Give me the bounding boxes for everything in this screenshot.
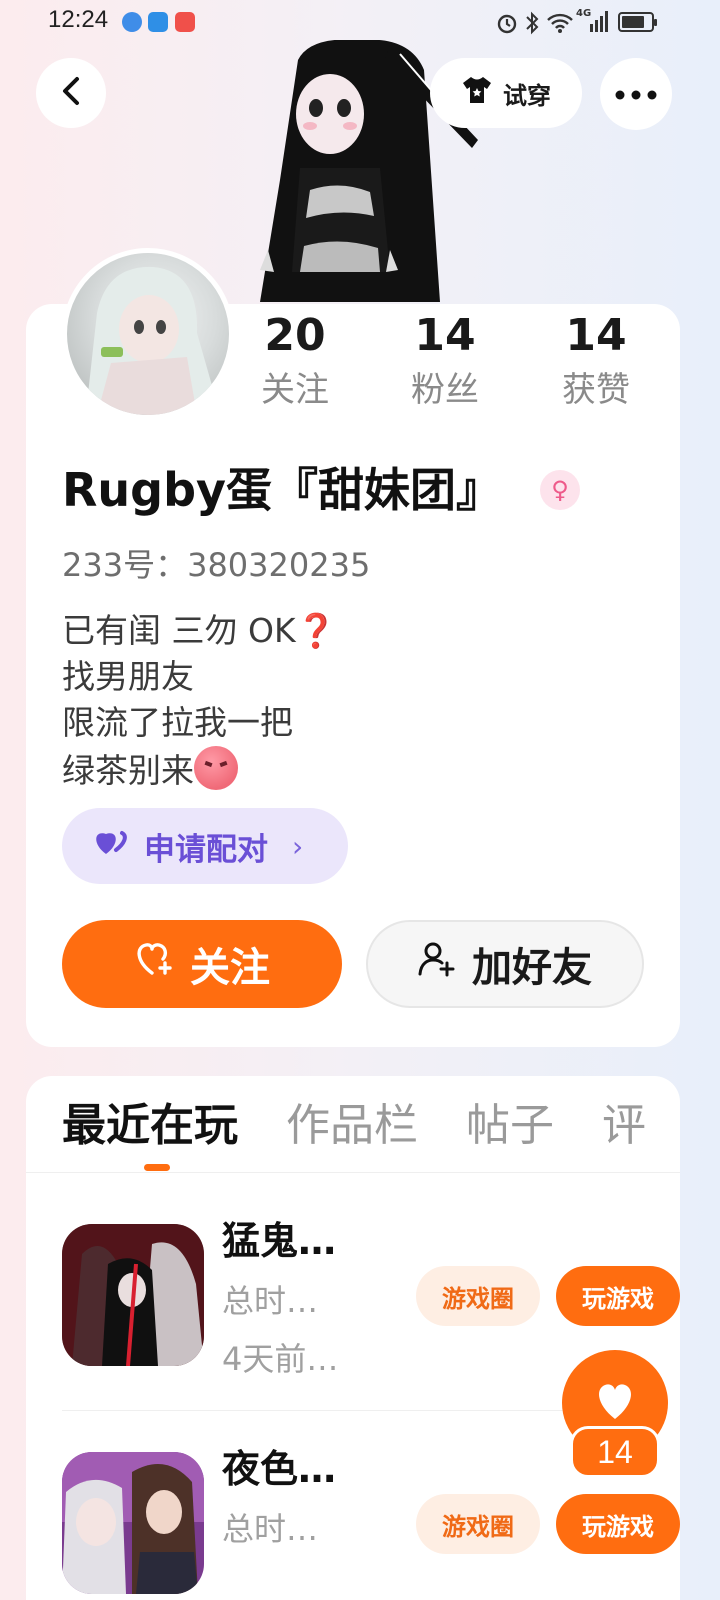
stat-following[interactable]: 20 关注 [220,310,370,418]
back-icon [57,75,85,111]
status-bar: 12:24 4G [0,0,720,44]
stat-followers[interactable]: 14 粉丝 [370,310,520,418]
play-game-button[interactable]: 玩游戏 [556,1266,680,1326]
tab-posts[interactable]: 帖子 [466,1094,554,1164]
angry-emoji-icon [194,746,238,790]
tab-reviews[interactable]: 评 [602,1094,646,1164]
game-circle-button[interactable]: 游戏圈 [416,1494,540,1554]
add-friend-button[interactable]: 加好友 [366,920,644,1008]
bio-line-1: 已有闺 三勿 OK❓ [62,608,337,654]
bio-line-2: 找男朋友 [62,657,194,696]
bio-line-4-text: 绿茶别来 [62,751,194,790]
bio: 已有闺 三勿 OK❓ 找男朋友 限流了拉我一把 绿茶别来 [62,608,337,794]
tab-bar: 最近在玩 作品栏 帖子 评 [62,1094,646,1164]
game-playtime: 总时… [222,1510,319,1548]
bio-line-4: 绿茶别来 [62,746,337,794]
likes-label: 获赞 [562,370,630,410]
bio-line-3: 限流了拉我一把 [62,703,293,742]
game-thumbnail[interactable] [62,1452,204,1594]
followers-count: 14 [414,310,476,361]
add-friend-label: 加好友 [472,945,592,991]
game-playtime: 总时… [222,1282,319,1320]
following-count: 20 [264,310,326,361]
profile-avatar[interactable] [62,248,234,420]
chevron-right-icon: › [292,829,304,863]
wifi-icon [546,12,574,38]
game-thumbnail[interactable] [62,1224,204,1366]
heart-icon [593,1381,637,1425]
battery-icon [618,12,657,32]
game-title: 猛鬼… [222,1219,337,1263]
bluetooth-icon [524,11,540,39]
request-match-button[interactable]: 申请配对 › [62,808,348,884]
game-last-played: 4天前… [222,1340,339,1378]
app-icon [175,12,195,32]
following-label: 关注 [261,370,329,410]
weather-icon [148,12,168,32]
stat-likes[interactable]: 14 获赞 [521,310,671,418]
bio-line-1-text: 已有闺 三勿 OK [62,611,296,650]
active-tab-indicator [144,1164,170,1171]
game-list-item[interactable]: 夜色… 总时… 游戏圈 玩游戏 [62,1447,680,1600]
user-id: 233号：380320235 [62,546,371,584]
username: Rugby蛋『甜妹团』 [62,463,503,517]
alarm-icon [496,12,518,38]
like-count-badge: 14 [570,1426,660,1478]
tshirt-icon [461,75,493,111]
add-user-icon [418,941,456,987]
follow-button[interactable]: 关注 [62,920,342,1008]
game-circle-button[interactable]: 游戏圈 [416,1266,540,1326]
more-icon [615,85,657,104]
tab-works[interactable]: 作品栏 [286,1094,418,1164]
try-on-button[interactable]: 试穿 [430,58,582,128]
more-options-button[interactable] [600,58,672,130]
play-game-button[interactable]: 玩游戏 [556,1494,680,1554]
browser-icon [122,12,142,32]
question-emoji-icon: ❓ [295,611,337,650]
back-button[interactable] [36,58,106,128]
followers-label: 粉丝 [411,370,479,410]
status-time: 12:24 [48,6,109,33]
request-match-label: 申请配对 [144,831,268,868]
try-on-label: 试穿 [503,81,551,110]
content-card: 最近在玩 作品栏 帖子 评 猛鬼… 总时… 4天前… 游戏圈 玩游戏 夜色… 总… [26,1076,680,1600]
follow-label: 关注 [190,945,270,991]
heart-plus-icon [134,941,174,987]
likes-count: 14 [565,310,627,361]
double-heart-icon [94,828,130,864]
female-gender-icon: ♀ [540,470,580,510]
tabs-divider [26,1172,680,1173]
game-title: 夜色… [222,1447,337,1491]
tab-recently-played[interactable]: 最近在玩 [62,1094,238,1164]
signal-4g-icon: 4G [576,8,610,34]
